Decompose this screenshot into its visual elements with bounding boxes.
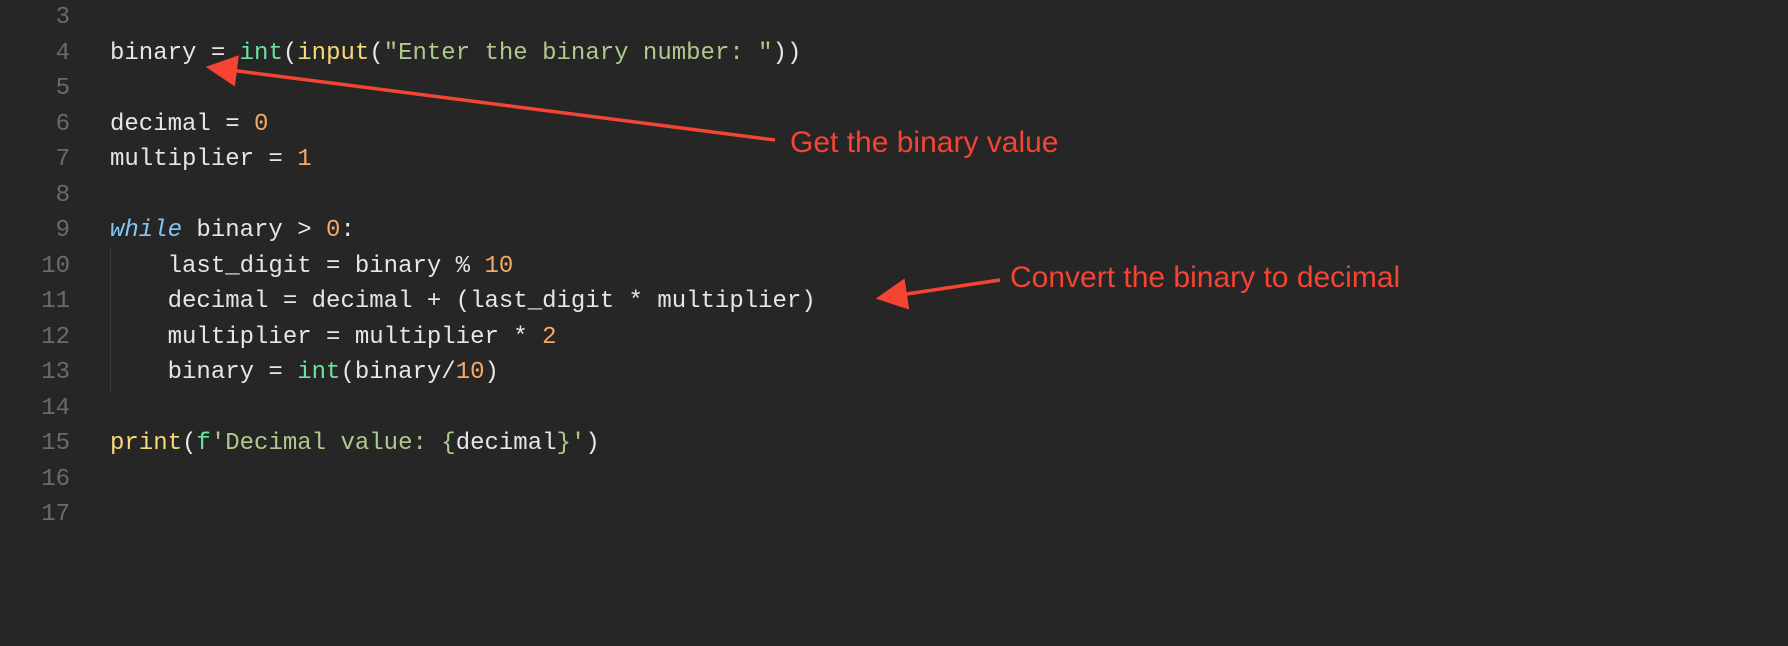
tok-builtin-int: int: [297, 359, 340, 386]
tok-expression: multiplier *: [355, 324, 542, 351]
code-line: 17: [0, 497, 1788, 533]
tok-fstring-prefix: f: [196, 430, 210, 457]
line-number: 14: [0, 391, 110, 427]
tok-number: 1: [297, 146, 311, 173]
tok-call-input: input: [297, 40, 369, 67]
tok-builtin-int: int: [240, 40, 283, 67]
code-line: 12 multiplier = multiplier * 2: [0, 320, 1788, 356]
tok-string: ': [571, 430, 585, 457]
code-line: 9 while binary > 0:: [0, 213, 1788, 249]
tok-indent: [110, 288, 168, 315]
line-number: 17: [0, 497, 110, 533]
line-number: 8: [0, 178, 110, 214]
tok-operator: =: [196, 40, 239, 67]
code-line: 8: [0, 178, 1788, 214]
tok-variable: binary: [110, 40, 196, 67]
tok-paren: ): [787, 40, 801, 67]
tok-indent: [110, 359, 168, 386]
tok-string: ': [211, 430, 225, 457]
tok-number: 10: [484, 253, 513, 280]
tok-expression: binary %: [355, 253, 485, 280]
tok-space: [182, 217, 196, 244]
annotation-label: Get the binary value: [790, 125, 1059, 161]
tok-string: Decimal value:: [225, 430, 441, 457]
line-number: 11: [0, 284, 110, 320]
tok-operator: =: [312, 253, 355, 280]
line-number: 9: [0, 213, 110, 249]
tok-paren: ): [585, 430, 599, 457]
tok-colon: :: [340, 217, 354, 244]
tok-string: "Enter the binary number: ": [384, 40, 773, 67]
tok-variable: binary: [168, 359, 254, 386]
tok-expression: binary >: [196, 217, 326, 244]
line-number: 10: [0, 249, 110, 285]
code-line: 11 decimal = decimal + (last_digit * mul…: [0, 284, 1788, 320]
tok-brace: {: [441, 430, 455, 457]
code-line: 4 binary = int(input("Enter the binary n…: [0, 36, 1788, 72]
tok-operator: =: [268, 288, 311, 315]
tok-variable: last_digit: [168, 253, 312, 280]
tok-expression: decimal + (last_digit * multiplier): [312, 288, 816, 315]
code-line: 16: [0, 462, 1788, 498]
code-editor[interactable]: 3 4 binary = int(input("Enter the binary…: [0, 0, 1788, 646]
tok-keyword-while: while: [110, 217, 182, 244]
line-number: 7: [0, 142, 110, 178]
line-number: 5: [0, 71, 110, 107]
tok-paren: ): [485, 359, 499, 386]
code-line: 5: [0, 71, 1788, 107]
tok-number: 2: [542, 324, 556, 351]
code-line: 14: [0, 391, 1788, 427]
line-number: 3: [0, 0, 110, 36]
code-line: 3: [0, 0, 1788, 36]
tok-paren: (: [283, 40, 297, 67]
tok-call-print: print: [110, 430, 182, 457]
tok-operator: =: [254, 146, 297, 173]
line-number: 4: [0, 36, 110, 72]
line-number: 16: [0, 462, 110, 498]
line-number: 13: [0, 355, 110, 391]
tok-number: 0: [326, 217, 340, 244]
tok-operator: =: [254, 359, 297, 386]
tok-indent: [110, 324, 168, 351]
code-line: 13 binary = int(binary/10): [0, 355, 1788, 391]
tok-paren: ): [773, 40, 787, 67]
tok-operator: /: [441, 359, 455, 386]
line-number: 6: [0, 107, 110, 143]
code-line: 15 print(f'Decimal value: {decimal}'): [0, 426, 1788, 462]
tok-operator: =: [312, 324, 355, 351]
code-line: 10 last_digit = binary % 10: [0, 249, 1788, 285]
tok-interp: decimal: [456, 430, 557, 457]
tok-variable: decimal: [168, 288, 269, 315]
tok-variable: decimal: [110, 111, 211, 138]
line-number: 12: [0, 320, 110, 356]
tok-expression: binary: [355, 359, 441, 386]
tok-variable: multiplier: [168, 324, 312, 351]
tok-variable: multiplier: [110, 146, 254, 173]
tok-brace: }: [557, 430, 571, 457]
tok-paren: (: [340, 359, 354, 386]
tok-paren: (: [182, 430, 196, 457]
tok-operator: =: [211, 111, 254, 138]
tok-paren: (: [369, 40, 383, 67]
tok-number: 10: [456, 359, 485, 386]
line-number: 15: [0, 426, 110, 462]
annotation-label: Convert the binary to decimal: [1010, 260, 1400, 296]
tok-indent: [110, 253, 168, 280]
tok-number: 0: [254, 111, 268, 138]
